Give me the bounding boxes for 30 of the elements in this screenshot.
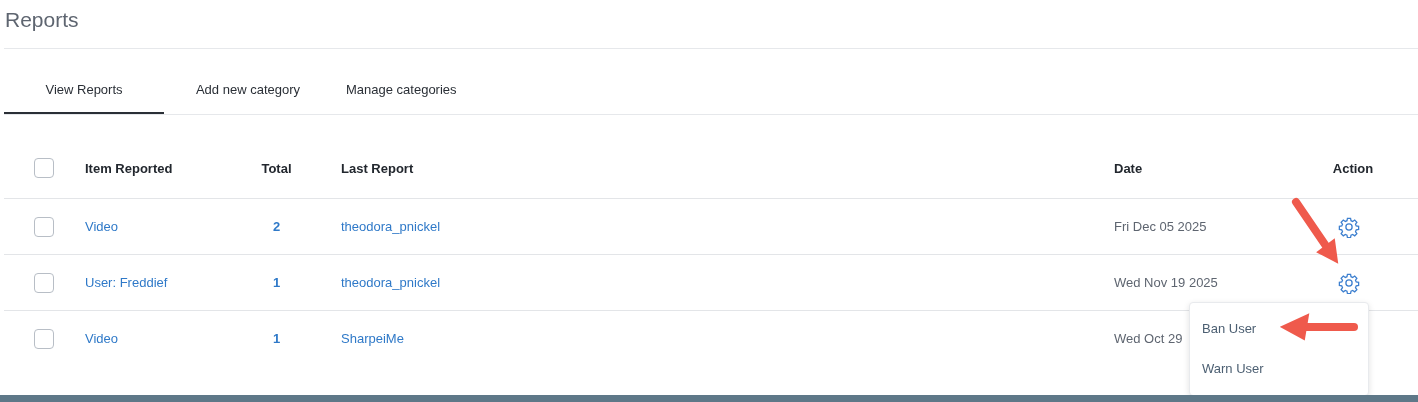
user-link[interactable]: theodora_pnickel [341,219,441,234]
total-link[interactable]: 1 [272,331,281,346]
column-header: Last Report [341,160,414,176]
total-link[interactable]: 2 [272,219,281,234]
date-text: Fri Dec 05 2025 [1114,219,1207,234]
item-link[interactable]: Video [85,219,118,234]
user-link[interactable]: theodora_pnickel [341,275,441,290]
checkbox[interactable] [34,272,54,293]
item-link[interactable]: User: Freddief [85,275,168,290]
user-link[interactable]: SharpeiMe [341,331,404,346]
menu-item[interactable]: Warn User [1190,349,1368,389]
column-header: Item Reported [85,160,173,176]
page-title: Reports [5,8,79,32]
item-link[interactable]: Video [85,331,118,346]
settings-icon[interactable] [1338,215,1360,238]
menu-item[interactable]: Ban User [1190,309,1368,349]
settings-icon[interactable] [1338,271,1360,294]
tab[interactable]: Add new category [164,79,324,114]
column-header: Action [1332,160,1374,176]
column-header: Total [261,160,292,176]
checkbox[interactable] [34,328,54,349]
total-link[interactable]: 1 [272,275,281,290]
date-text: Wed Oct 29 [1114,331,1183,346]
tab[interactable]: Manage categories [324,79,464,114]
checkbox[interactable] [34,216,54,237]
annotation-arrow [1290,196,1340,264]
tab[interactable]: View Reports [4,79,164,114]
checkbox[interactable] [34,158,54,178]
column-header: Date [1114,160,1143,176]
date-text: Wed Nov 19 2025 [1114,275,1218,290]
